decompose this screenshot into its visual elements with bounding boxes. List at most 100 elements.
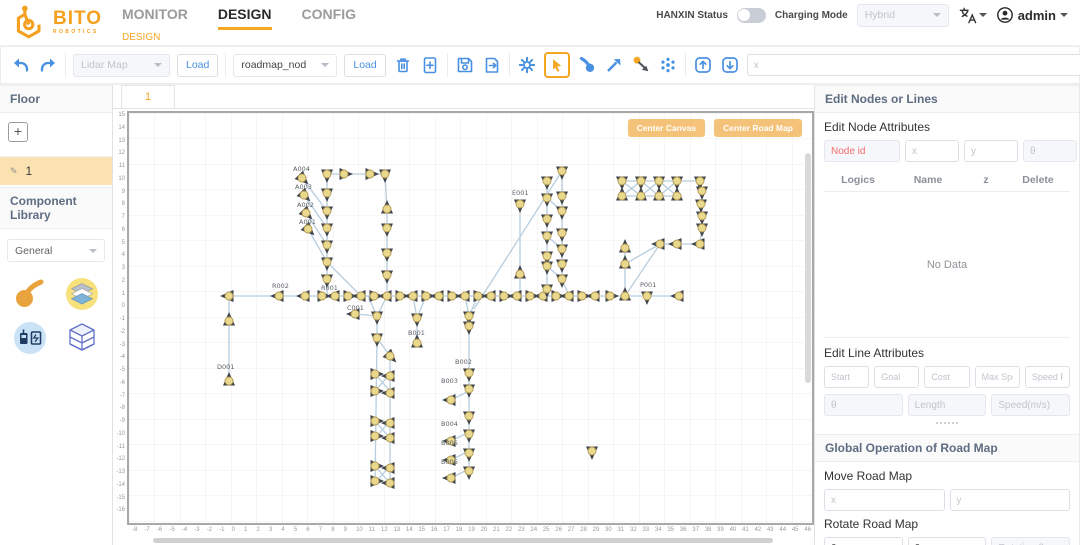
delete-roadmap-icon[interactable] [393,55,413,75]
line-speed-percent-input[interactable] [1024,366,1071,388]
svg-text:A002: A002 [297,201,314,209]
rotate-x-input[interactable] [824,537,903,545]
save-icon[interactable] [455,55,475,75]
rotation-theta-input[interactable] [991,537,1071,545]
upload-icon[interactable] [693,55,713,75]
center-canvas-button[interactable]: Center Canvas [627,119,706,137]
svg-text:R002: R002 [272,282,289,290]
chevron-down-icon [1060,13,1068,21]
charging-mode-select[interactable]: Hybrid [856,3,949,27]
vertical-scrollbar[interactable] [805,153,811,383]
load-lidar-button[interactable]: Load [177,53,219,77]
charging-mode-label: Charging Mode [774,9,848,21]
svg-text:C001: C001 [347,304,364,312]
line-start-input[interactable] [824,366,870,388]
line-goal-input[interactable] [874,366,920,388]
resize-handle-icon[interactable] [936,422,958,426]
vertical-ruler: 15 14 13 12 11 10 9 8 7 6 5 4 3 2 1 0 -1 -2 -3 -4 -5 -6 -7 -8 -9… [116,112,125,514]
line-speed-input[interactable] [991,394,1071,416]
svg-text:A004: A004 [293,165,310,173]
hanxin-status-label: HANXIN Status [656,9,728,21]
lidar-map-select[interactable]: Lidar Map [73,53,170,77]
roadmap-select[interactable]: roadmap_nod [233,53,338,77]
move-y-input[interactable] [949,489,1070,511]
component-category-select[interactable]: General [7,239,105,262]
canvas-area: 1 15 14 13 12 11 10 9 8 7 6 5 4 3 2 1 0 -1 -2 -3 -4 -5 -6 -7 -8… [113,85,814,545]
component-station-icon[interactable] [10,318,50,358]
horizontal-ruler: -8 -7 -6 -5 -4 -3 -2 -1 0 1 2 3 4 5 6 7 8 9 10 11 12 13 14 15 16… [132,527,811,533]
breadcrumb: DESIGN [122,32,161,43]
divider [446,53,448,77]
tab-config[interactable]: CONFIG [302,6,356,30]
svg-text:A003: A003 [295,183,312,191]
load-roadmap-button[interactable]: Load [344,53,386,77]
chevron-down-icon [154,63,162,71]
svg-text:R001: R001 [321,284,338,292]
node-id-input[interactable] [824,140,900,162]
hanxin-status-toggle[interactable] [736,7,766,23]
app: BITO ROBOTICS MONITOR DESIGN CONFIG DESI… [0,0,1080,545]
col-logics: Logics [841,174,875,186]
tab-design[interactable]: DESIGN [217,6,272,30]
component-rack-icon[interactable] [62,318,102,358]
download-icon[interactable] [720,55,740,75]
user-avatar-icon [996,7,1013,23]
right-panel: Edit Nodes or Lines Edit Node Attributes… [814,85,1080,545]
rotate-roadmap-label: Rotate Road Map [824,517,919,531]
language-switcher[interactable] [958,6,987,25]
add-floor-button[interactable]: + [8,122,28,142]
node-theta-input[interactable] [1023,140,1077,162]
edit-node-attributes-label: Edit Node Attributes [824,120,931,134]
line-cost-input[interactable] [924,366,970,388]
center-roadmap-button[interactable]: Center Road Map [714,119,802,137]
svg-text:P001: P001 [640,281,656,289]
logo: BITO ROBOTICS [12,4,102,40]
add-node-tool[interactable] [577,55,597,75]
svg-text:D001: D001 [217,363,234,371]
component-node-icon[interactable] [10,274,50,314]
new-file-icon[interactable] [420,55,440,75]
divider [225,53,227,77]
line-theta-input[interactable] [824,394,903,416]
logics-table-header: Logics Name z Delete [824,168,1070,192]
move-x-input[interactable] [824,489,945,511]
add-line-tool[interactable] [604,55,624,75]
cursor-icon [553,58,562,72]
component-layers-icon[interactable] [62,274,102,314]
left-sidebar: Floor + ✎ 1 Component Library General [0,85,113,545]
export-file-icon[interactable] [482,55,502,75]
floor-item-1[interactable]: ✎ 1 [0,157,112,185]
tab-monitor[interactable]: MONITOR [122,6,188,30]
line-max-speed-input[interactable] [974,366,1020,388]
edit-nodes-lines-title: Edit Nodes or Lines [815,85,1079,113]
canvas-tab-floor1[interactable]: 1 [121,85,175,108]
logics-table-empty: No Data [824,192,1070,338]
bito-logo-icon [16,5,41,39]
username: admin [1017,7,1056,23]
svg-text:E001: E001 [512,189,529,197]
x-coordinate-input[interactable] [746,54,1080,76]
settings-gear-icon[interactable] [517,55,537,75]
select-tool-active[interactable] [543,52,570,78]
edit-line-attributes-label: Edit Line Attributes [824,346,925,360]
node-y-input[interactable] [964,140,1018,162]
undo-button[interactable] [11,55,31,75]
node-x-input[interactable] [905,140,959,162]
move-roadmap-label: Move Road Map [824,469,913,483]
col-name: Name [913,174,943,186]
horizontal-scrollbar[interactable] [153,538,773,543]
roadmap-svg[interactable]: D001 R002 R001 C001 B001 A004 A003 A002 A001 E001… [129,113,812,525]
brand-subtitle: ROBOTICS [53,29,99,35]
chevron-down-icon [89,248,97,257]
directed-line-tool[interactable] [631,55,651,75]
svg-text:B004: B004 [441,420,458,428]
cluster-tool[interactable] [658,55,678,75]
divider [684,53,686,77]
line-length-input[interactable] [907,394,987,416]
user-menu[interactable]: admin [996,6,1068,24]
svg-text:B003: B003 [441,377,458,385]
roadmap-canvas[interactable]: D001 R002 R001 C001 B001 A004 A003 A002 A001 E001… [127,111,814,525]
rotate-y-input[interactable] [907,537,987,545]
main-nav: MONITOR DESIGN CONFIG [122,6,356,30]
redo-button[interactable] [38,55,58,75]
